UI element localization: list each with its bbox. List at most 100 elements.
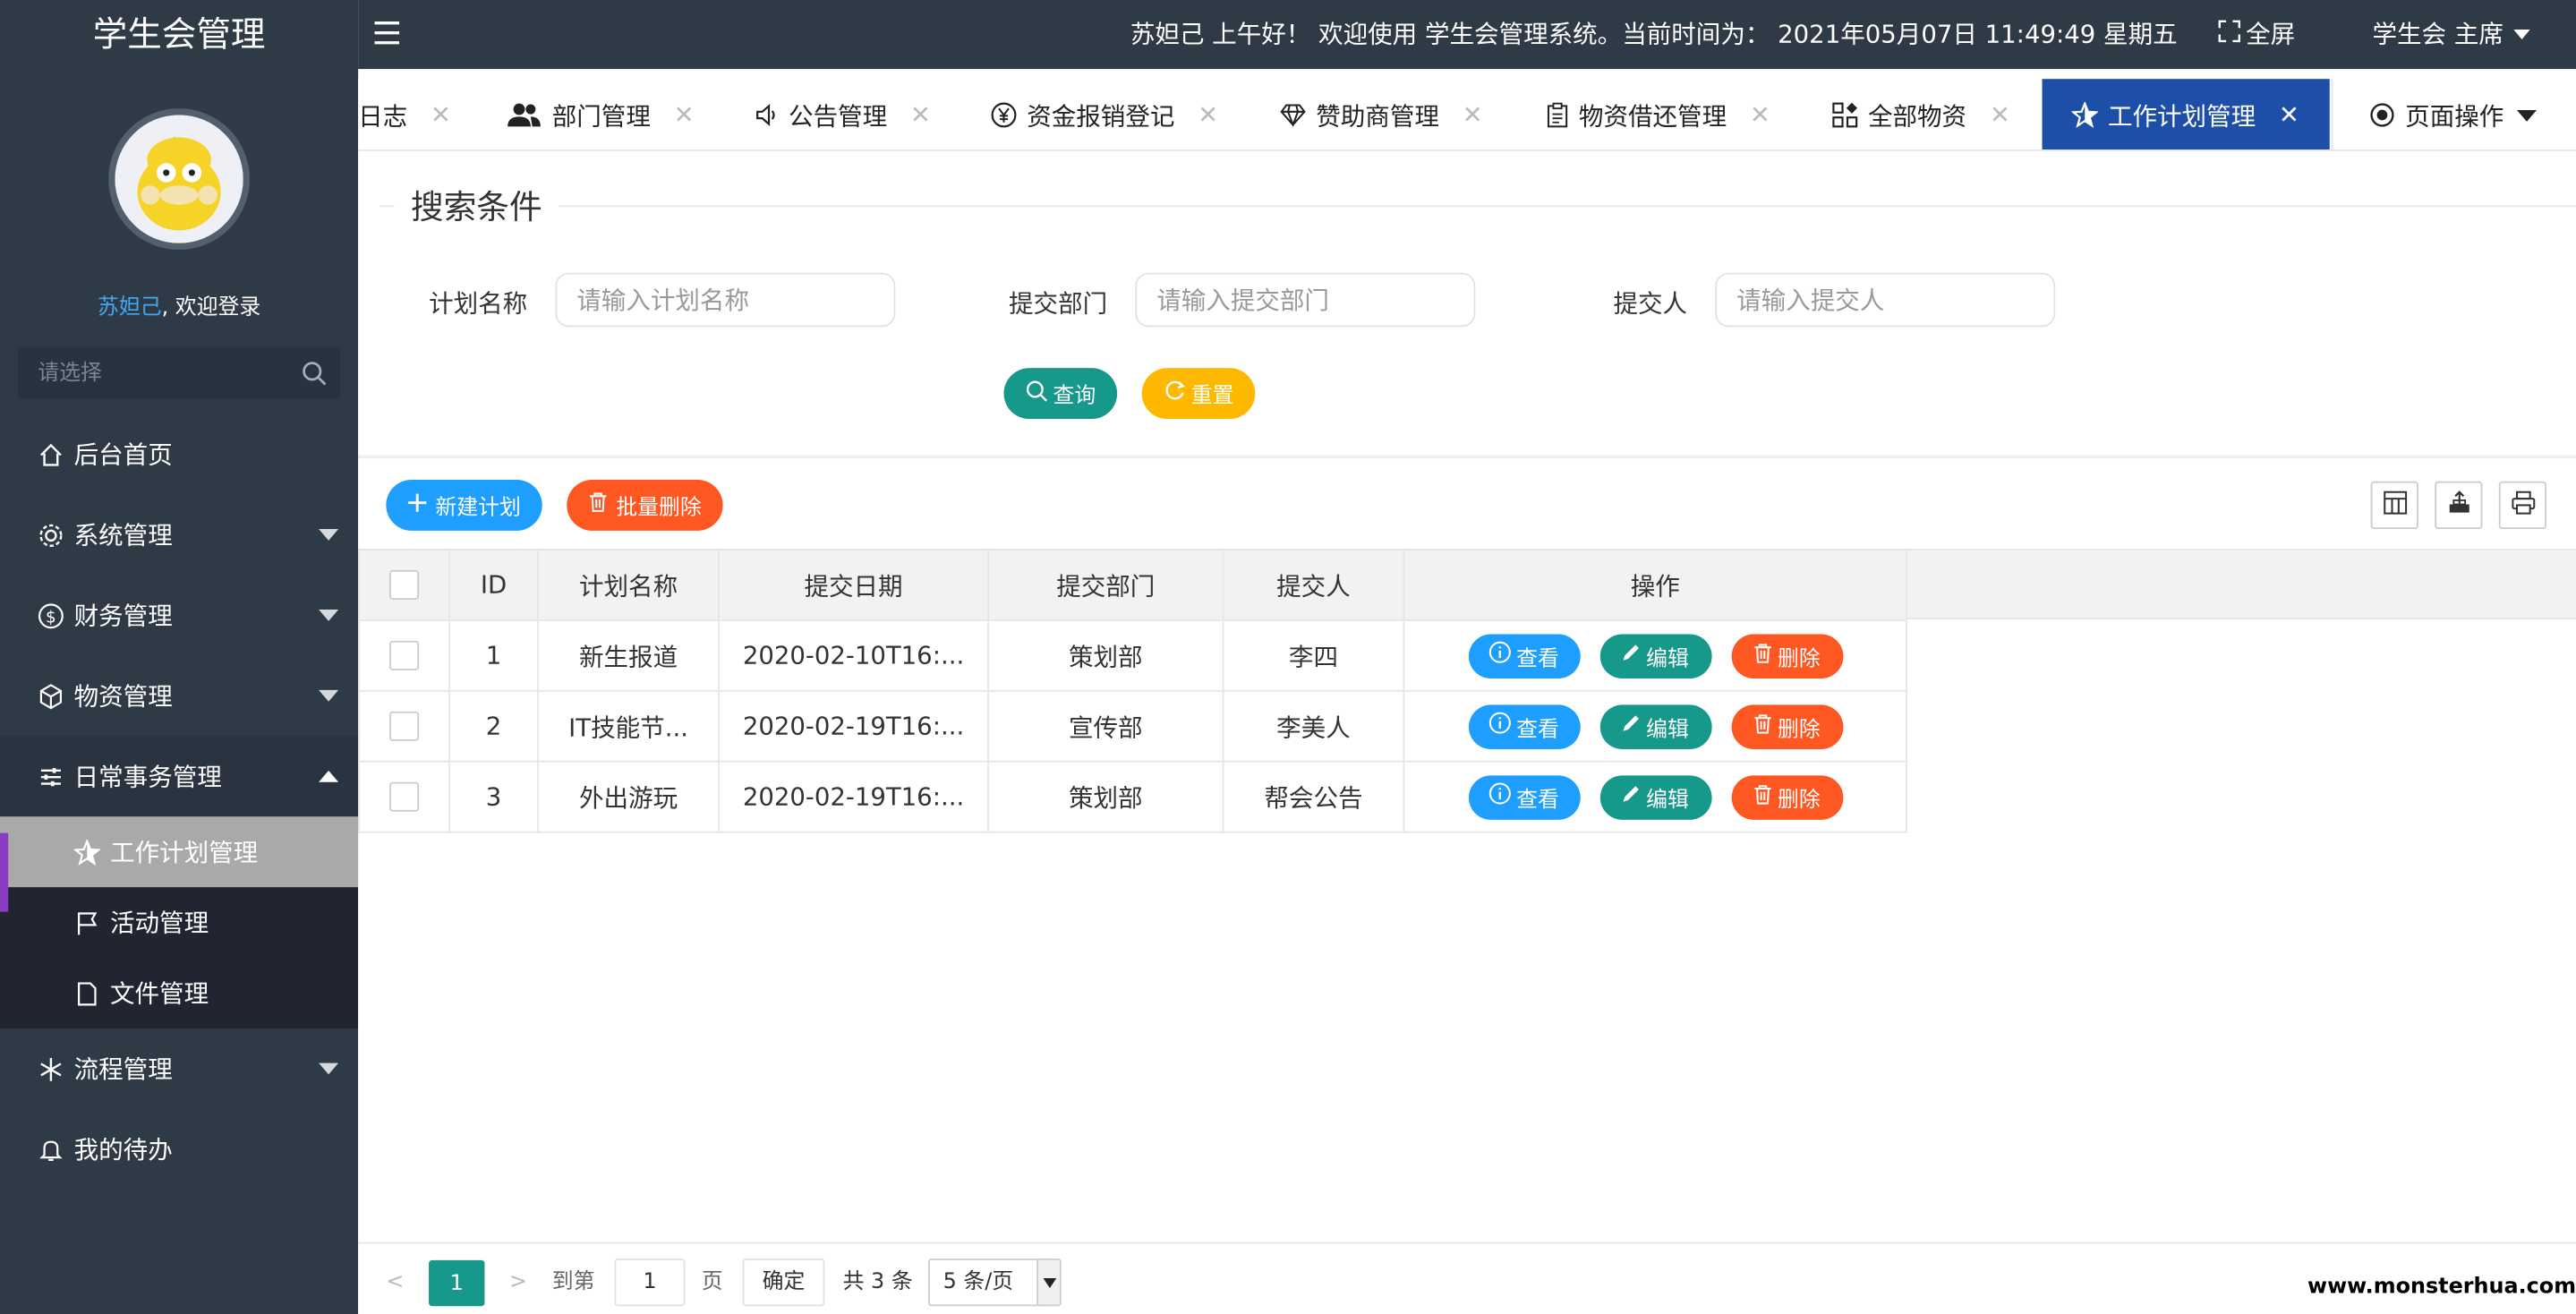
sidebar-item-home[interactable]: 后台首页 (0, 414, 358, 495)
reset-button[interactable]: 重置 (1141, 368, 1256, 420)
submitter-input[interactable] (1715, 272, 2056, 328)
close-icon[interactable]: ✕ (431, 100, 451, 130)
delete-button[interactable]: 删除 (1730, 704, 1843, 749)
tab-departments[interactable]: 部门管理 ✕ (506, 79, 695, 149)
page-size-select[interactable]: 5 条/页 (928, 1258, 1062, 1307)
col-actions: 操作 (1403, 549, 1908, 621)
tab-all-materials[interactable]: 全部物资 ✕ (1832, 79, 2010, 149)
tab-bar: 日志 ✕ 部门管理 ✕ 公告管理 ✕ 资金报销登记 ✕ 赞助商管理 ✕ 物资借还管理 ✕ 全… (358, 79, 2576, 151)
view-button[interactable]: 查看 (1468, 704, 1580, 749)
sidebar-item-workflow[interactable]: 流程管理 (0, 1028, 358, 1109)
section-divider (358, 455, 2576, 459)
snowflake-icon (36, 1055, 65, 1081)
edit-button[interactable]: 编辑 (1599, 633, 1711, 678)
cell-plan-name: 新生报道 (537, 619, 720, 692)
goto-page-input[interactable]: 1 (614, 1258, 686, 1307)
sidebar-search[interactable] (18, 346, 340, 400)
avatar[interactable] (108, 108, 250, 250)
goto-confirm-button[interactable]: 确定 (742, 1258, 825, 1307)
select-all-checkbox[interactable] (389, 570, 420, 601)
sidebar: 学生会管理 苏妲己, 欢迎登录 请选择 后台首页 系统管理 $ 财务管理 物资管… (0, 0, 359, 1314)
tab-reimbursement[interactable]: 资金报销登记 ✕ (991, 79, 1218, 149)
close-icon[interactable]: ✕ (2279, 100, 2299, 130)
sidebar-item-materials[interactable]: 物资管理 (0, 655, 358, 736)
diamond-icon (1280, 104, 1306, 127)
col-submit-date[interactable]: 提交日期 (718, 549, 989, 621)
view-button[interactable]: 查看 (1468, 774, 1580, 819)
edit-button[interactable]: 编辑 (1599, 774, 1711, 819)
export-button[interactable] (2435, 481, 2483, 530)
col-plan-name[interactable]: 计划名称 (537, 549, 720, 621)
cell-department: 策划部 (987, 760, 1224, 833)
watermark-text: www.monsterhua.com (2307, 1275, 2576, 1300)
table-header-row: ID 计划名称 提交日期 提交部门 提交人 操作 (358, 549, 1908, 621)
next-page-icon[interactable]: > (509, 1260, 527, 1306)
goto-label: 到第 (551, 1269, 595, 1295)
department-label: 提交部门 (1008, 289, 1108, 320)
row-checkbox[interactable] (389, 712, 420, 742)
app-title: 学生会管理 (92, 14, 266, 55)
cell-submit-date: 2020-02-19T16:... (718, 689, 989, 763)
sidebar-item-files[interactable]: 文件管理 (0, 958, 358, 1028)
star-icon (73, 839, 102, 866)
delete-button[interactable]: 删除 (1730, 774, 1843, 819)
gear-icon (36, 522, 65, 548)
batch-delete-button[interactable]: 批量删除 (567, 479, 723, 531)
tab-announcements[interactable]: 公告管理 ✕ (755, 79, 931, 149)
sidebar-item-finance[interactable]: $ 财务管理 (0, 575, 358, 655)
close-icon[interactable]: ✕ (1990, 100, 2010, 130)
topbar: 苏妲己 上午好！ 欢迎使用 学生会管理系统。当前时间为： 2021年05月07日… (358, 0, 2576, 70)
close-icon[interactable]: ✕ (1750, 100, 1770, 130)
sidebar-item-daily[interactable]: 日常事务管理 (0, 736, 359, 817)
cell-submitter: 李美人 (1222, 689, 1405, 763)
tab-log[interactable]: 日志 ✕ (358, 79, 451, 149)
column-filter-button[interactable] (2370, 481, 2418, 530)
sidebar-item-activities[interactable]: 活动管理 (0, 887, 358, 958)
tab-borrow-return[interactable]: 物资借还管理 ✕ (1546, 79, 1770, 149)
view-button[interactable]: 查看 (1468, 633, 1580, 678)
close-icon[interactable]: ✕ (674, 100, 695, 130)
current-page[interactable]: 1 (429, 1259, 485, 1307)
bell-icon (36, 1136, 65, 1162)
department-input[interactable] (1135, 272, 1476, 328)
row-checkbox[interactable] (389, 782, 420, 813)
search-icon[interactable] (301, 360, 327, 393)
sidebar-menu: 后台首页 系统管理 $ 财务管理 物资管理 日常事务管理 工作计划管理 活动管理… (0, 414, 359, 1190)
query-button[interactable]: 查询 (1003, 368, 1118, 420)
close-icon[interactable]: ✕ (1463, 100, 1483, 130)
page-actions-menu[interactable]: 页面操作 (2331, 79, 2576, 150)
plan-name-input[interactable] (555, 272, 896, 328)
print-button[interactable] (2498, 481, 2547, 530)
table-row: 2 IT技能节... 2020-02-19T16:... 宣传部 李美人 查看编… (358, 689, 1908, 763)
sidebar-item-work-plan[interactable]: 工作计划管理 (0, 816, 359, 912)
sidebar-item-todo[interactable]: 我的待办 (0, 1109, 358, 1190)
close-icon[interactable]: ✕ (1198, 100, 1218, 130)
prev-page-icon[interactable]: < (386, 1260, 404, 1306)
delete-button[interactable]: 删除 (1730, 633, 1843, 678)
tab-work-plan[interactable]: 工作计划管理 ✕ (2042, 79, 2330, 150)
new-plan-button[interactable]: 新建计划 (386, 479, 542, 531)
table-row: 3 外出游玩 2020-02-19T16:... 策划部 帮会公告 查看 编辑 删除 (358, 760, 1908, 833)
menu-toggle-icon[interactable] (373, 20, 403, 53)
row-select-cell (358, 619, 450, 692)
col-department[interactable]: 提交部门 (987, 549, 1224, 621)
chevron-up-icon (319, 770, 339, 782)
cell-department: 策划部 (987, 619, 1224, 692)
yen-icon (991, 102, 1017, 128)
close-icon[interactable]: ✕ (910, 100, 931, 130)
username[interactable]: 苏妲己 (98, 295, 162, 320)
info-icon (1488, 782, 1512, 812)
cube-icon (36, 683, 65, 709)
row-checkbox[interactable] (389, 641, 420, 671)
edit-button[interactable]: 编辑 (1599, 704, 1711, 749)
sidebar-search-input[interactable] (18, 346, 340, 400)
sidebar-item-system[interactable]: 系统管理 (0, 494, 358, 575)
chevron-down-icon (319, 609, 339, 621)
speaker-icon (755, 103, 779, 127)
search-fieldset (380, 205, 2576, 208)
user-menu[interactable]: 学生会 主席 (2372, 0, 2530, 69)
col-submitter[interactable]: 提交人 (1222, 549, 1405, 621)
fullscreen-button[interactable]: 全屏 (2218, 0, 2295, 69)
tab-sponsors[interactable]: 赞助商管理 ✕ (1280, 79, 1483, 149)
col-id[interactable]: ID (448, 549, 540, 621)
